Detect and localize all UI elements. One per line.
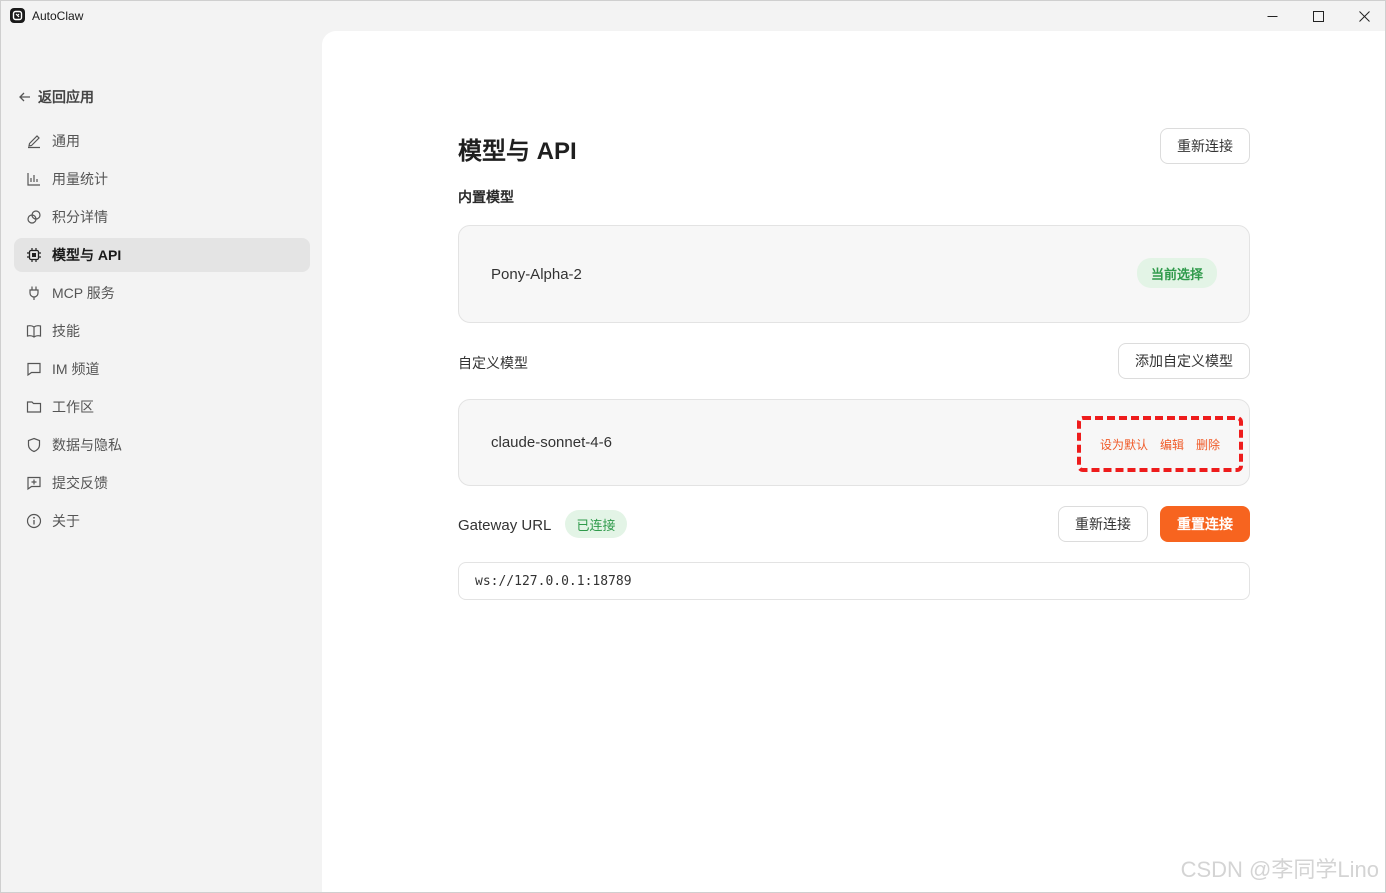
builtin-models-heading: 内置模型 xyxy=(458,189,514,205)
sidebar-item-skills[interactable]: 技能 xyxy=(14,314,310,348)
chip-icon xyxy=(26,247,42,263)
sidebar-item-usage[interactable]: 用量统计 xyxy=(14,162,310,196)
sidebar-item-label: IM 频道 xyxy=(52,361,100,377)
gateway-reconnect-button[interactable]: 重新连接 xyxy=(1058,506,1148,542)
custom-model-name: claude-sonnet-4-6 xyxy=(491,434,612,451)
settings-nav: 通用 用量统计 积分详情 模型与 API MCP 服务 技能 IM 频道 工作区… xyxy=(14,124,310,542)
sidebar-item-privacy[interactable]: 数据与隐私 xyxy=(14,428,310,462)
sidebar-item-label: 通用 xyxy=(52,133,80,149)
maximize-icon xyxy=(1312,10,1324,22)
close-button[interactable] xyxy=(1341,1,1386,31)
folder-icon xyxy=(26,399,42,415)
custom-model-card[interactable]: claude-sonnet-4-6 设为默认 编辑 删除 xyxy=(458,399,1250,486)
sidebar-item-general[interactable]: 通用 xyxy=(14,124,310,158)
arrow-left-icon xyxy=(19,92,30,102)
maximize-button[interactable] xyxy=(1295,1,1341,31)
set-default-link[interactable]: 设为默认 xyxy=(1100,436,1148,453)
sidebar-item-label: 数据与隐私 xyxy=(52,437,122,453)
gateway-url-label: Gateway URL xyxy=(458,517,552,534)
gateway-url-field[interactable]: ws://127.0.0.1:18789 xyxy=(458,562,1250,600)
reconnect-button[interactable]: 重新连接 xyxy=(1160,128,1250,164)
sidebar-item-workspace[interactable]: 工作区 xyxy=(14,390,310,424)
sidebar-item-label: 关于 xyxy=(52,513,80,529)
window-title: AutoClaw xyxy=(32,9,84,23)
reset-connection-button[interactable]: 重置连接 xyxy=(1160,506,1250,542)
back-label: 返回应用 xyxy=(38,89,94,105)
sidebar-item-models-api[interactable]: 模型与 API xyxy=(14,238,310,272)
sidebar-item-label: 工作区 xyxy=(52,399,94,415)
chat-icon xyxy=(26,361,42,377)
sidebar-item-label: 模型与 API xyxy=(52,247,122,263)
custom-models-heading: 自定义模型 xyxy=(458,355,528,371)
back-to-app-link[interactable]: 返回应用 xyxy=(18,87,94,107)
delete-link[interactable]: 删除 xyxy=(1196,436,1220,453)
book-icon xyxy=(26,323,42,339)
add-custom-model-button[interactable]: 添加自定义模型 xyxy=(1118,343,1250,379)
sidebar-item-mcp[interactable]: MCP 服务 xyxy=(14,276,310,310)
connected-badge: 已连接 xyxy=(565,510,627,538)
watermark: CSDN @李同学Lino xyxy=(1180,857,1379,882)
sidebar-item-label: 用量统计 xyxy=(52,171,108,187)
sidebar-item-credits[interactable]: 积分详情 xyxy=(14,200,310,234)
builtin-model-name: Pony-Alpha-2 xyxy=(491,266,582,283)
sidebar-item-about[interactable]: 关于 xyxy=(14,504,310,538)
minimize-button[interactable] xyxy=(1249,1,1295,31)
sidebar-item-label: MCP 服务 xyxy=(52,285,115,301)
page-title: 模型与 API xyxy=(458,138,577,165)
close-icon xyxy=(1358,10,1370,22)
sidebar-item-label: 技能 xyxy=(52,323,80,339)
sidebar-item-im[interactable]: IM 频道 xyxy=(14,352,310,386)
model-actions-highlight: 设为默认 编辑 删除 xyxy=(1077,416,1243,472)
info-icon xyxy=(26,513,42,529)
main-panel: 模型与 API 重新连接 内置模型 Pony-Alpha-2 当前选择 自定义模… xyxy=(322,31,1385,892)
feedback-icon xyxy=(26,475,42,491)
coins-icon xyxy=(26,209,42,225)
app-logo-icon xyxy=(10,8,25,23)
minimize-icon xyxy=(1267,15,1277,17)
current-selection-badge: 当前选择 xyxy=(1137,258,1217,288)
pencil-icon xyxy=(26,133,42,149)
bar-chart-icon xyxy=(26,171,42,187)
sidebar-item-label: 积分详情 xyxy=(52,209,108,225)
builtin-model-card[interactable]: Pony-Alpha-2 当前选择 xyxy=(458,225,1250,323)
title-bar: AutoClaw xyxy=(1,1,1385,31)
edit-link[interactable]: 编辑 xyxy=(1160,436,1184,453)
settings-sidebar: 返回应用 通用 用量统计 积分详情 模型与 API MCP 服务 技能 IM 频… xyxy=(1,31,322,893)
sidebar-item-label: 提交反馈 xyxy=(52,475,108,491)
sidebar-item-feedback[interactable]: 提交反馈 xyxy=(14,466,310,500)
plug-icon xyxy=(26,285,42,301)
shield-icon xyxy=(26,437,42,453)
app-window: AutoClaw 返回应用 通用 用量统计 积分详情 模型与 API MCP 服… xyxy=(0,0,1386,893)
